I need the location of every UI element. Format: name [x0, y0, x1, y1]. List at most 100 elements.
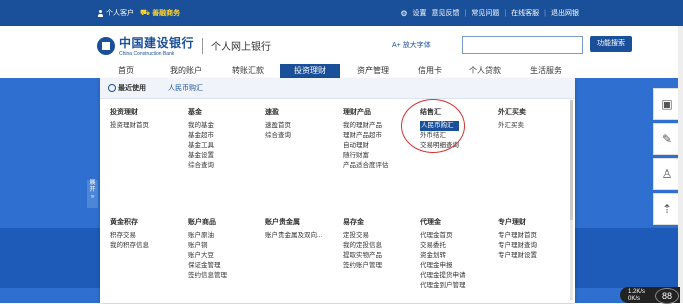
menu-link[interactable]: 产品适合度评估	[343, 161, 389, 171]
panel-scrollbar-thumb[interactable]	[570, 100, 573, 220]
function-search-button[interactable]: 功能搜索	[590, 36, 632, 52]
menu-link[interactable]: 理财产品超市	[343, 131, 389, 141]
menu-link[interactable]: 专户理财查询	[498, 241, 537, 251]
menu-column: 代理金 代理金首页 交易委托 资金划转 代理金申报 代理金提货申请 代理金到户管…	[420, 218, 466, 291]
recent-tab[interactable]: 最近使用	[108, 83, 146, 93]
gear-icon: ⚙	[400, 8, 408, 18]
nav-transfer[interactable]: 转账汇款	[218, 64, 278, 78]
nav-investment[interactable]: 投资理财	[280, 64, 340, 78]
edit-tool[interactable]: ✎	[653, 123, 681, 155]
menu-link[interactable]: 账户原油	[188, 231, 227, 241]
menu-column-title: 账户商品	[188, 219, 216, 226]
menu-link[interactable]: 签约信息管理	[188, 271, 227, 281]
menu-link[interactable]: 提取实物产品	[343, 251, 382, 261]
feedback-link[interactable]: 意见反馈	[432, 8, 460, 18]
panel-tabs: 最近使用 人民币购汇	[100, 78, 575, 99]
menu-link[interactable]: 随行财富	[343, 151, 389, 161]
menu-column-title: 投资理财	[110, 109, 138, 116]
rmb-exchange-tab[interactable]: 人民币购汇	[168, 83, 203, 93]
menu-link[interactable]: 代理金到户管理	[420, 281, 466, 291]
enlarge-font-link[interactable]: A+ 放大字体	[392, 40, 431, 50]
menu-column-title: 黄金积存	[110, 219, 138, 226]
back-to-top-tool[interactable]: ⇡	[653, 193, 681, 225]
menu-link[interactable]: 速盈首页	[265, 121, 291, 131]
arrow-up-icon: ⇡	[661, 202, 673, 216]
investment-mega-menu: 最近使用 人民币购汇 投资理财 投资理财首页 基金 我的基金 基金超市 基金工具…	[100, 78, 575, 303]
menu-link[interactable]: 代理金首页	[420, 231, 466, 241]
menu-link[interactable]: 基金设置	[188, 151, 214, 161]
menu-link[interactable]: 外汇买卖	[498, 121, 526, 131]
promo-label: 善融商务	[152, 10, 181, 17]
menu-link[interactable]: 基金超市	[188, 131, 214, 141]
menu-column: 投资理财 投资理财首页	[110, 108, 149, 131]
menu-link[interactable]: 专户理财设置	[498, 251, 537, 261]
menu-link[interactable]: 定投交易	[343, 231, 382, 241]
window-scrollbar[interactable]	[678, 26, 683, 303]
personal-customer-label: 个人客户	[106, 10, 134, 17]
logo-divider	[202, 37, 204, 54]
menu-column-title: 易存金	[343, 219, 364, 226]
menu-column: 理财产品 我的理财产品 理财产品超市 自动理财 随行财富 产品适合度评估	[343, 108, 389, 171]
menu-link[interactable]: 综合查询	[265, 131, 291, 141]
menu-link[interactable]: 基金工具	[188, 141, 214, 151]
id-card-icon: ▣	[661, 97, 673, 111]
menu-link[interactable]: 签约账户管理	[343, 261, 382, 271]
menu-link[interactable]: 专户理财首页	[498, 231, 537, 241]
rmb-exchange-tab-label: 人民币购汇	[168, 85, 203, 92]
nav-home[interactable]: 首页	[96, 64, 156, 78]
menu-link[interactable]: 我的积存信息	[110, 241, 149, 251]
menu-link[interactable]: 自动理财	[343, 141, 389, 151]
enlarge-font-label: 放大字体	[402, 42, 431, 49]
menu-link[interactable]: 代理金提货申请	[420, 271, 466, 281]
menu-link[interactable]: 账户贵金属及双向...	[265, 231, 322, 241]
faq-link[interactable]: 常见问题	[471, 8, 499, 18]
menu-link[interactable]: 综合查询	[188, 161, 214, 171]
function-search-input[interactable]	[462, 36, 583, 54]
nav-credit-card[interactable]: 信用卡	[400, 64, 460, 78]
menu-link[interactable]: 投资理财首页	[110, 121, 149, 131]
divider: |	[544, 9, 546, 17]
menu-column: 专户理财 专户理财首页 专户理财查询 专户理财设置	[498, 218, 537, 261]
menu-link[interactable]: 积存交易	[110, 231, 149, 241]
menu-column-title: 理财产品	[343, 109, 371, 116]
divider: |	[504, 9, 507, 17]
main-nav: 首页 我的账户 转账汇款 投资理财 资产管理 信用卡 个人贷款 生活服务	[0, 64, 683, 78]
nav-life-services[interactable]: 生活服务	[516, 64, 576, 78]
menu-link[interactable]: 我的基金	[188, 121, 214, 131]
logo-cn: 中国建设银行	[119, 36, 195, 50]
ccb-logo-icon	[97, 36, 115, 55]
panel-scrollbar[interactable]	[570, 100, 573, 300]
menu-column: 外汇买卖 外汇买卖	[498, 108, 526, 131]
nav-personal-loan[interactable]: 个人贷款	[455, 64, 515, 78]
menu-link[interactable]: 账户大豆	[188, 251, 227, 261]
logo[interactable]: 中国建设银行 China Construction Bank 个人网上银行	[97, 34, 271, 57]
menu-link[interactable]: 我的理财产品	[343, 121, 389, 131]
promo-link[interactable]: ⛟ 善融商务	[140, 8, 180, 18]
side-tools: ▣ ✎ ♙ ⇡	[653, 88, 681, 225]
menu-link[interactable]: 保证金管理	[188, 261, 227, 271]
menu-link[interactable]: 资金划转	[420, 251, 466, 261]
logo-en: China Construction Bank	[119, 51, 175, 57]
menu-link[interactable]: 我的定投信息	[343, 241, 382, 251]
logout-link[interactable]: 退出网银	[551, 8, 579, 18]
menu-column: 速盈 速盈首页 综合查询	[265, 108, 291, 141]
nav-asset-management[interactable]: 资产管理	[343, 64, 403, 78]
upload-speed: 1.2K/s	[628, 289, 646, 295]
menu-link[interactable]: 交易委托	[420, 241, 466, 251]
top-bar-right: ⚙ 设置 意见反馈 | 常见问题 | 在线客服 | 退出网银	[400, 8, 579, 18]
menu-column: 易存金 定投交易 我的定投信息 提取实物产品 签约账户管理	[343, 218, 382, 271]
logo-text: 中国建设银行 China Construction Bank	[119, 34, 194, 57]
recent-tab-label: 最近使用	[118, 85, 146, 92]
nav-my-account[interactable]: 我的账户	[156, 64, 216, 78]
menu-link[interactable]: 账户铜	[188, 241, 227, 251]
online-service-link[interactable]: 在线客服	[511, 8, 539, 18]
personal-customer-link[interactable]: 个人客户	[97, 8, 134, 18]
service-tool[interactable]: ♙	[653, 158, 681, 190]
settings-link[interactable]: 设置	[413, 8, 427, 18]
divider: |	[464, 9, 467, 17]
profile-card-tool[interactable]: ▣	[653, 88, 681, 120]
expand-tab[interactable]: 展开»	[87, 180, 98, 208]
menu-link[interactable]: 代理金申报	[420, 261, 466, 271]
person-icon: ♙	[661, 167, 673, 181]
menu-column: 账户贵金属 账户贵金属及双向...	[265, 218, 322, 241]
